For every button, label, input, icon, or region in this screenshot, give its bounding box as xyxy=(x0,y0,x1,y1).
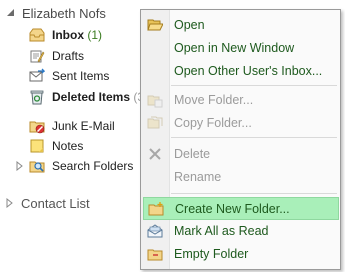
recycle-bin-icon xyxy=(30,90,44,105)
folder-label: Inbox (1) xyxy=(52,28,103,42)
new-folder-icon xyxy=(148,202,164,216)
folder-label: Junk E-Mail xyxy=(52,119,115,133)
menu-item-empty-folder[interactable]: Empty Folder xyxy=(143,243,338,265)
expand-triangle-icon[interactable] xyxy=(16,161,24,171)
menu-item-move-folder[interactable]: Move Folder... xyxy=(143,89,338,111)
folder-label: Deleted Items (3) xyxy=(52,90,148,104)
menu-label: Move Folder... xyxy=(174,93,254,107)
menu-label: Open xyxy=(174,18,205,32)
junk-email-icon xyxy=(29,121,45,134)
folder-context-menu: Open Open in New Window Open Other User'… xyxy=(140,9,341,270)
menu-separator xyxy=(171,137,337,138)
folder-label: Sent Items xyxy=(52,69,110,83)
menu-label: Create New Folder... xyxy=(175,202,290,216)
menu-label: Open in New Window xyxy=(174,41,295,55)
menu-item-open[interactable]: Open xyxy=(143,14,338,36)
mark-read-icon xyxy=(147,224,163,238)
inbox-icon xyxy=(29,28,45,42)
menu-item-rename[interactable]: Rename xyxy=(143,166,338,188)
expand-triangle-icon[interactable] xyxy=(6,198,14,208)
menu-label: Open Other User's Inbox... xyxy=(174,64,323,78)
menu-label: Delete xyxy=(174,147,211,161)
menu-separator xyxy=(171,85,337,86)
contact-list-label: Contact List xyxy=(21,196,90,211)
folder-label: Notes xyxy=(52,139,84,153)
copy-folder-icon xyxy=(147,116,163,129)
menu-label: Copy Folder... xyxy=(174,116,252,130)
folder-label: Drafts xyxy=(52,49,85,63)
delete-x-icon xyxy=(149,148,161,160)
menu-item-copy-folder[interactable]: Copy Folder... xyxy=(143,112,338,134)
menu-label: Rename xyxy=(174,170,222,184)
menu-separator xyxy=(171,193,337,194)
menu-item-mark-all-as-read[interactable]: Mark All as Read xyxy=(143,220,338,242)
search-folder-icon xyxy=(29,161,45,173)
folder-label: Search Folders xyxy=(52,159,134,173)
open-folder-icon xyxy=(147,19,163,31)
unread-count: (1) xyxy=(87,28,103,42)
account-name: Elizabeth Nofs xyxy=(22,6,106,21)
menu-item-delete[interactable]: Delete xyxy=(143,143,338,165)
drafts-icon xyxy=(30,50,45,63)
sent-items-icon xyxy=(29,68,45,82)
menu-item-open-other-users-inbox[interactable]: Open Other User's Inbox... xyxy=(143,60,338,82)
menu-item-open-new-window[interactable]: Open in New Window xyxy=(143,37,338,59)
menu-label: Empty Folder xyxy=(174,247,249,261)
move-folder-icon xyxy=(147,95,163,108)
menu-label: Mark All as Read xyxy=(174,224,269,238)
notes-icon xyxy=(30,139,44,153)
empty-folder-icon xyxy=(147,249,163,261)
menu-item-create-new-folder[interactable]: Create New Folder... xyxy=(143,197,339,220)
collapse-triangle-icon[interactable] xyxy=(6,8,16,18)
